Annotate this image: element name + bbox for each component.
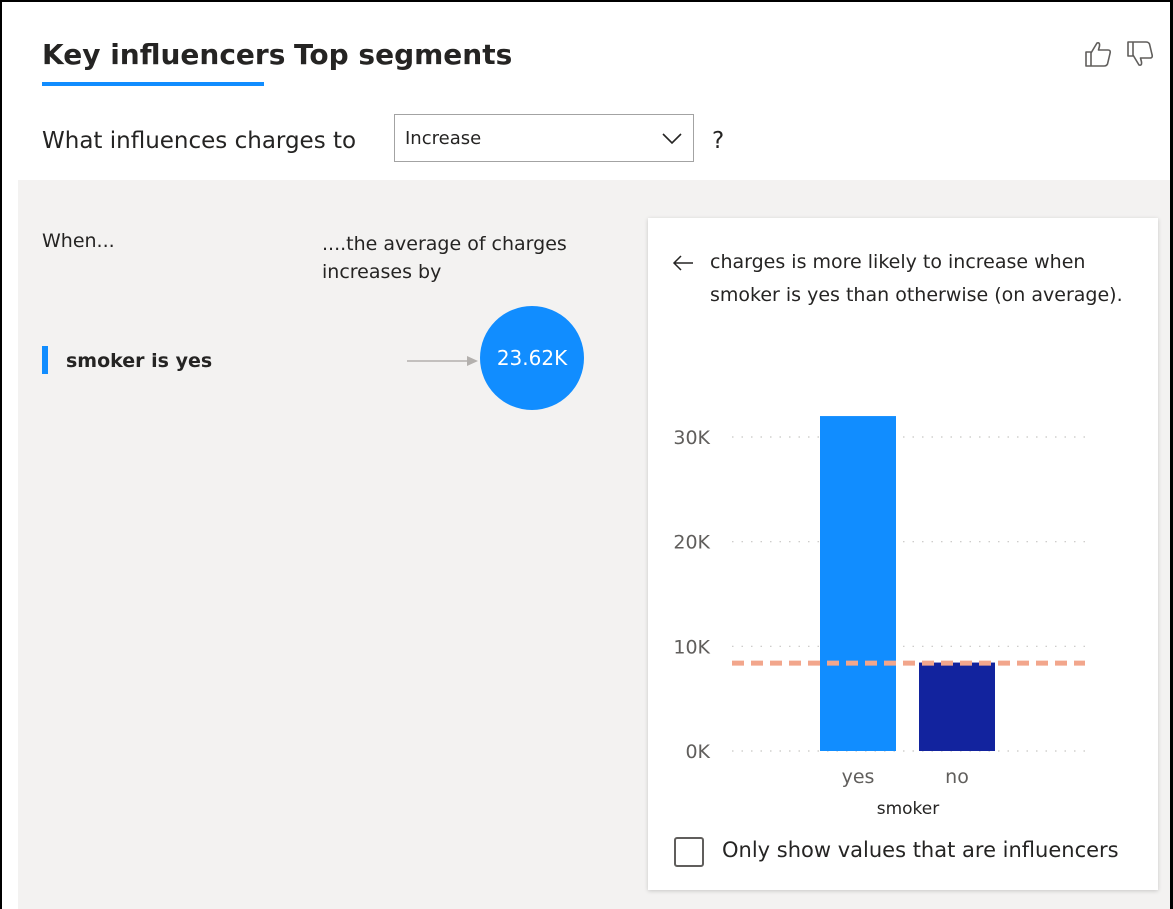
x-tick-label: no (945, 766, 969, 788)
direction-dropdown[interactable]: Increase (394, 114, 694, 162)
thumbs-down-icon[interactable] (1124, 38, 1156, 70)
y-tick-label: 20K (673, 532, 710, 554)
detail-bar-chart: 0K 10K 20K 30K yes nosmoker (673, 416, 1085, 819)
question-prefix: What influences charges to (42, 128, 357, 154)
influencer-value-bubble[interactable]: 23.62K (480, 306, 584, 410)
effect-column-header: ....the average of charges increases by (322, 233, 567, 283)
bar-yes (820, 416, 896, 751)
detail-description: charges is more likely to increase when … (710, 251, 1123, 306)
tab-top-segments[interactable]: Top segments (294, 38, 512, 71)
y-tick-label: 10K (673, 636, 710, 658)
question-suffix: ? (712, 128, 725, 154)
influencer-item-label[interactable]: smoker is yes (66, 350, 212, 372)
x-axis-label: smoker (877, 799, 940, 819)
back-arrow-icon[interactable] (672, 253, 694, 273)
only-influencers-label: Only show values that are influencers (722, 838, 1119, 862)
bar-no (919, 662, 995, 751)
tab-key-influencers[interactable]: Key influencers (42, 38, 285, 71)
dropdown-selected-value: Increase (405, 128, 482, 149)
influencer-arrow-icon (407, 356, 478, 366)
only-influencers-checkbox[interactable] (674, 837, 704, 867)
influencer-selected-indicator (42, 346, 48, 374)
when-column-header: When... (42, 230, 115, 252)
y-tick-label: 0K (685, 741, 710, 763)
chevron-down-icon (662, 133, 682, 145)
y-tick-label: 30K (673, 427, 710, 449)
active-tab-indicator (42, 82, 264, 86)
x-tick-label: yes (842, 766, 875, 788)
thumbs-up-icon[interactable] (1082, 38, 1114, 70)
